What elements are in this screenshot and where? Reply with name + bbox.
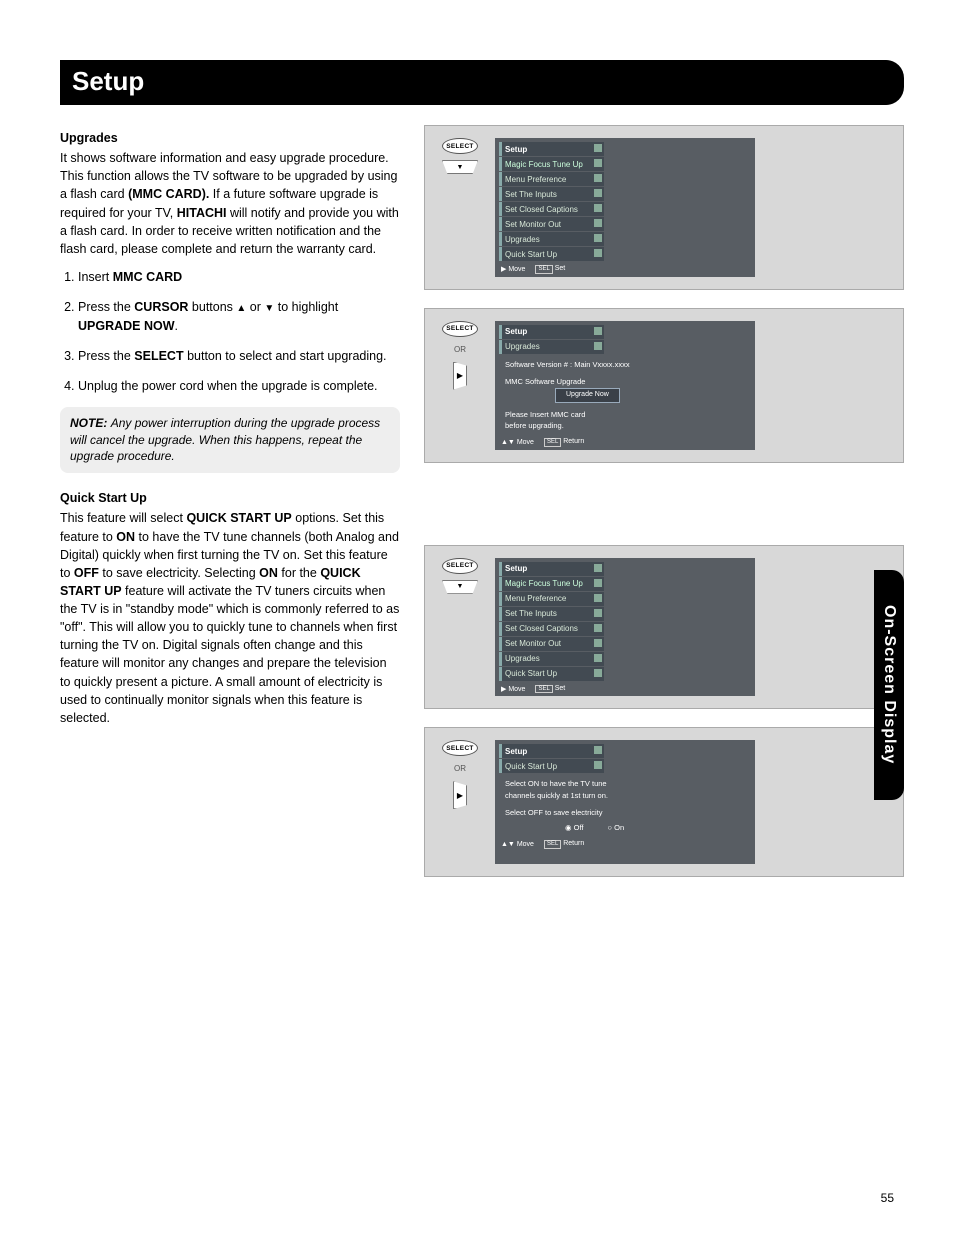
select-button-icon: SELECT [442, 558, 478, 574]
osd-upgrade-body: Software Version # : Main Vxxxx.xxxx MMC… [499, 355, 751, 436]
upgrades-heading: Upgrades [60, 129, 400, 147]
or-label: OR [454, 764, 466, 773]
osd-footer: ▶ Move SEL Set [499, 682, 751, 695]
osd-item: Upgrades [499, 652, 604, 666]
osd-menu: Setup Quick Start Up Select ON to have t… [495, 740, 755, 864]
note-box: NOTE: Any power interruption during the … [60, 407, 400, 473]
right-column: SELECT ▼ Setup Magic Focus Tune Up Menu … [424, 125, 904, 877]
select-button-icon: SELECT [442, 321, 478, 337]
osd-item: Menu Preference [499, 172, 604, 186]
osd-item: Magic Focus Tune Up [499, 577, 604, 591]
radio-on[interactable]: ○ On [608, 822, 625, 833]
step-4: Unplug the power cord when the upgrade i… [78, 377, 400, 395]
right-button-icon: ▶ [453, 781, 467, 809]
osd-item: Set Closed Captions [499, 202, 604, 216]
osd-item: Quick Start Up [499, 247, 604, 261]
page-number: 55 [881, 1191, 894, 1205]
osd-footer: ▲▼ Move SEL Return [499, 837, 751, 850]
osd-item: Upgrades [499, 340, 604, 354]
side-tab: On-Screen Display [874, 570, 904, 800]
osd-item: Upgrades [499, 232, 604, 246]
osd-footer: ▶ Move SEL Set [499, 262, 751, 275]
osd-panel-setup-1: SELECT ▼ Setup Magic Focus Tune Up Menu … [424, 125, 904, 290]
osd-title: Setup [499, 325, 604, 339]
osd-panel-setup-2: SELECT ▼ Setup Magic Focus Tune Up Menu … [424, 545, 904, 710]
osd-item: Quick Start Up [499, 667, 604, 681]
osd-title: Setup [499, 562, 604, 576]
osd-item: Set Monitor Out [499, 637, 604, 651]
step-2: Press the CURSOR buttons ▲ or ▼ to highl… [78, 298, 400, 335]
select-button-icon: SELECT [442, 138, 478, 154]
radio-off[interactable]: ◉ Off [565, 822, 584, 833]
down-button-icon: ▼ [442, 580, 478, 594]
osd-menu: Setup Magic Focus Tune Up Menu Preferenc… [495, 138, 755, 277]
left-column: Upgrades It shows software information a… [60, 125, 400, 877]
upgrade-steps: Insert MMC CARD Press the CURSOR buttons… [78, 268, 400, 395]
osd-item: Set The Inputs [499, 607, 604, 621]
osd-item: Set Closed Captions [499, 622, 604, 636]
upgrades-intro: It shows software information and easy u… [60, 149, 400, 258]
osd-panel-quickstart: SELECT OR ▶ Setup Quick Start Up Select … [424, 727, 904, 877]
osd-item: Magic Focus Tune Up [499, 157, 604, 171]
osd-menu: Setup Upgrades Software Version # : Main… [495, 321, 755, 450]
upgrade-now-button[interactable]: Upgrade Now [555, 388, 620, 403]
osd-item: Menu Preference [499, 592, 604, 606]
osd-title: Setup [499, 142, 604, 156]
osd-title: Setup [499, 744, 604, 758]
osd-footer: ▲▼ Move SEL Return [499, 435, 751, 448]
osd-panel-upgrades: SELECT OR ▶ Setup Upgrades Software Vers… [424, 308, 904, 463]
osd-item: Quick Start Up [499, 759, 604, 773]
step-1: Insert MMC CARD [78, 268, 400, 286]
right-button-icon: ▶ [453, 362, 467, 390]
osd-menu: Setup Magic Focus Tune Up Menu Preferenc… [495, 558, 755, 697]
osd-item: Set The Inputs [499, 187, 604, 201]
select-button-icon: SELECT [442, 740, 478, 756]
or-label: OR [454, 345, 466, 354]
down-button-icon: ▼ [442, 160, 478, 174]
quickstart-body: This feature will select QUICK START UP … [60, 509, 400, 727]
quickstart-heading: Quick Start Up [60, 489, 400, 507]
osd-quickstart-body: Select ON to have the TV tune channels q… [499, 774, 751, 837]
page-title: Setup [60, 60, 904, 105]
osd-item: Set Monitor Out [499, 217, 604, 231]
step-3: Press the SELECT button to select and st… [78, 347, 400, 365]
